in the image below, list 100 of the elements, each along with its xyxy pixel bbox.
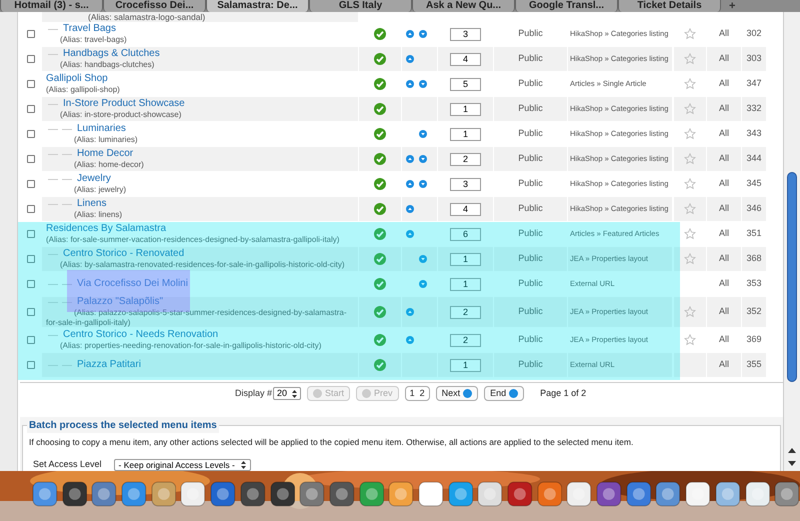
browser-tab[interactable]: Ask a New Qu... <box>412 0 515 12</box>
scrollbar-thumb[interactable] <box>787 172 797 382</box>
published-check-icon[interactable] <box>374 178 386 190</box>
move-up-icon[interactable] <box>406 336 414 344</box>
move-up-icon[interactable] <box>406 308 414 316</box>
published-check-icon[interactable] <box>374 53 386 65</box>
order-field[interactable]: 1 <box>450 128 481 140</box>
published-check-icon[interactable] <box>374 359 386 371</box>
display-count-select[interactable]: 20 <box>273 387 302 400</box>
published-check-icon[interactable] <box>374 334 386 346</box>
order-field[interactable]: 1 <box>450 252 481 266</box>
row-checkbox[interactable] <box>27 230 35 238</box>
browser-tab[interactable]: Hotmail (3) - s... <box>0 0 103 12</box>
dock-app-icon[interactable] <box>240 481 266 507</box>
dock-app-icon[interactable] <box>418 481 444 507</box>
move-down-icon[interactable] <box>419 280 427 288</box>
row-checkbox[interactable] <box>27 308 35 316</box>
dock-app-icon[interactable] <box>626 481 652 507</box>
published-check-icon[interactable] <box>374 78 386 90</box>
move-up-icon[interactable] <box>406 80 414 88</box>
row-checkbox[interactable] <box>27 55 35 63</box>
scrollbar[interactable] <box>783 12 800 471</box>
row-checkbox[interactable] <box>27 130 35 138</box>
browser-tab[interactable]: Crocefisso Dei... <box>103 0 206 12</box>
menu-item-link[interactable]: Jewelry <box>77 173 111 185</box>
move-up-icon[interactable] <box>406 30 414 38</box>
star-icon[interactable] <box>684 306 696 318</box>
order-field[interactable]: 2 <box>450 306 481 318</box>
order-field[interactable]: 2 <box>450 334 481 346</box>
order-field[interactable]: 6 <box>450 228 481 240</box>
star-icon[interactable] <box>684 28 696 40</box>
menu-item-link[interactable]: Handbags & Clutches <box>63 48 160 60</box>
published-check-icon[interactable] <box>374 253 386 265</box>
star-icon[interactable] <box>684 53 696 65</box>
move-down-icon[interactable] <box>419 80 427 88</box>
move-up-icon[interactable] <box>406 180 414 188</box>
menu-item-link[interactable]: Luminaries <box>77 123 126 135</box>
row-checkbox[interactable] <box>27 180 35 188</box>
access-level-select[interactable]: - Keep original Access Levels - <box>114 458 251 470</box>
star-icon[interactable] <box>684 128 696 140</box>
star-icon[interactable] <box>684 203 696 215</box>
published-check-icon[interactable] <box>374 203 386 215</box>
dock-app-icon[interactable] <box>62 481 88 507</box>
new-tab-button[interactable]: + <box>729 1 736 12</box>
row-checkbox[interactable] <box>27 80 35 88</box>
dock-app-icon[interactable] <box>270 481 296 507</box>
order-field[interactable]: 2 <box>450 152 481 166</box>
page-link[interactable]: 1 <box>410 386 415 400</box>
star-icon[interactable] <box>684 103 696 115</box>
row-checkbox[interactable] <box>27 155 35 163</box>
menu-item-link[interactable]: Linens <box>77 198 106 210</box>
dock-app-icon[interactable] <box>596 481 622 507</box>
order-field[interactable]: 5 <box>450 78 481 90</box>
browser-tab[interactable]: Ticket Details <box>618 0 721 12</box>
browser-tab[interactable]: GLS Italy <box>309 0 412 12</box>
published-check-icon[interactable] <box>374 153 386 165</box>
star-icon[interactable] <box>684 178 696 190</box>
move-up-icon[interactable] <box>406 55 414 63</box>
order-field[interactable]: 3 <box>450 28 481 40</box>
row-checkbox[interactable] <box>27 361 35 369</box>
move-down-icon[interactable] <box>419 30 427 38</box>
move-up-icon[interactable] <box>406 230 414 238</box>
move-down-icon[interactable] <box>419 255 427 263</box>
order-field[interactable]: 3 <box>450 178 481 190</box>
dock-app-icon[interactable] <box>328 481 355 507</box>
star-icon[interactable] <box>684 253 696 265</box>
published-check-icon[interactable] <box>374 128 386 140</box>
page-link[interactable]: 2 <box>420 386 425 400</box>
order-field[interactable]: 1 <box>450 102 481 116</box>
row-checkbox[interactable] <box>27 255 35 263</box>
menu-item-link[interactable]: Gallipoli Shop <box>46 73 108 85</box>
star-icon[interactable] <box>684 228 696 240</box>
row-checkbox[interactable] <box>27 280 35 288</box>
dock-app-icon[interactable] <box>477 481 503 507</box>
star-icon[interactable] <box>684 78 696 90</box>
order-field[interactable]: 1 <box>450 278 481 290</box>
next-page-button[interactable]: End <box>484 386 524 401</box>
move-down-icon[interactable] <box>419 155 427 163</box>
menu-item-link[interactable]: Travel Bags <box>63 23 116 35</box>
browser-tab[interactable]: Google Transl... <box>515 0 618 12</box>
order-field[interactable]: 1 <box>450 358 481 372</box>
next-page-button[interactable]: Next <box>436 386 478 401</box>
star-icon[interactable] <box>684 153 696 165</box>
published-check-icon[interactable] <box>374 103 386 115</box>
published-check-icon[interactable] <box>374 278 386 290</box>
published-check-icon[interactable] <box>374 28 386 40</box>
row-checkbox[interactable] <box>27 30 35 38</box>
move-down-icon[interactable] <box>419 130 427 138</box>
row-checkbox[interactable] <box>27 205 35 213</box>
browser-tab[interactable]: Salamastra: De... <box>206 0 309 12</box>
dock-app-icon[interactable] <box>744 481 770 507</box>
menu-item-link[interactable]: Home Decor <box>77 148 134 160</box>
order-field[interactable]: 4 <box>450 202 481 216</box>
row-checkbox[interactable] <box>27 336 35 344</box>
dock-app-icon[interactable] <box>774 481 800 507</box>
dock-app-icon[interactable] <box>685 481 711 507</box>
menu-item-link[interactable]: In-Store Product Showcase <box>63 98 185 110</box>
move-up-icon[interactable] <box>406 205 414 213</box>
move-up-icon[interactable] <box>406 155 414 163</box>
published-check-icon[interactable] <box>374 228 386 240</box>
